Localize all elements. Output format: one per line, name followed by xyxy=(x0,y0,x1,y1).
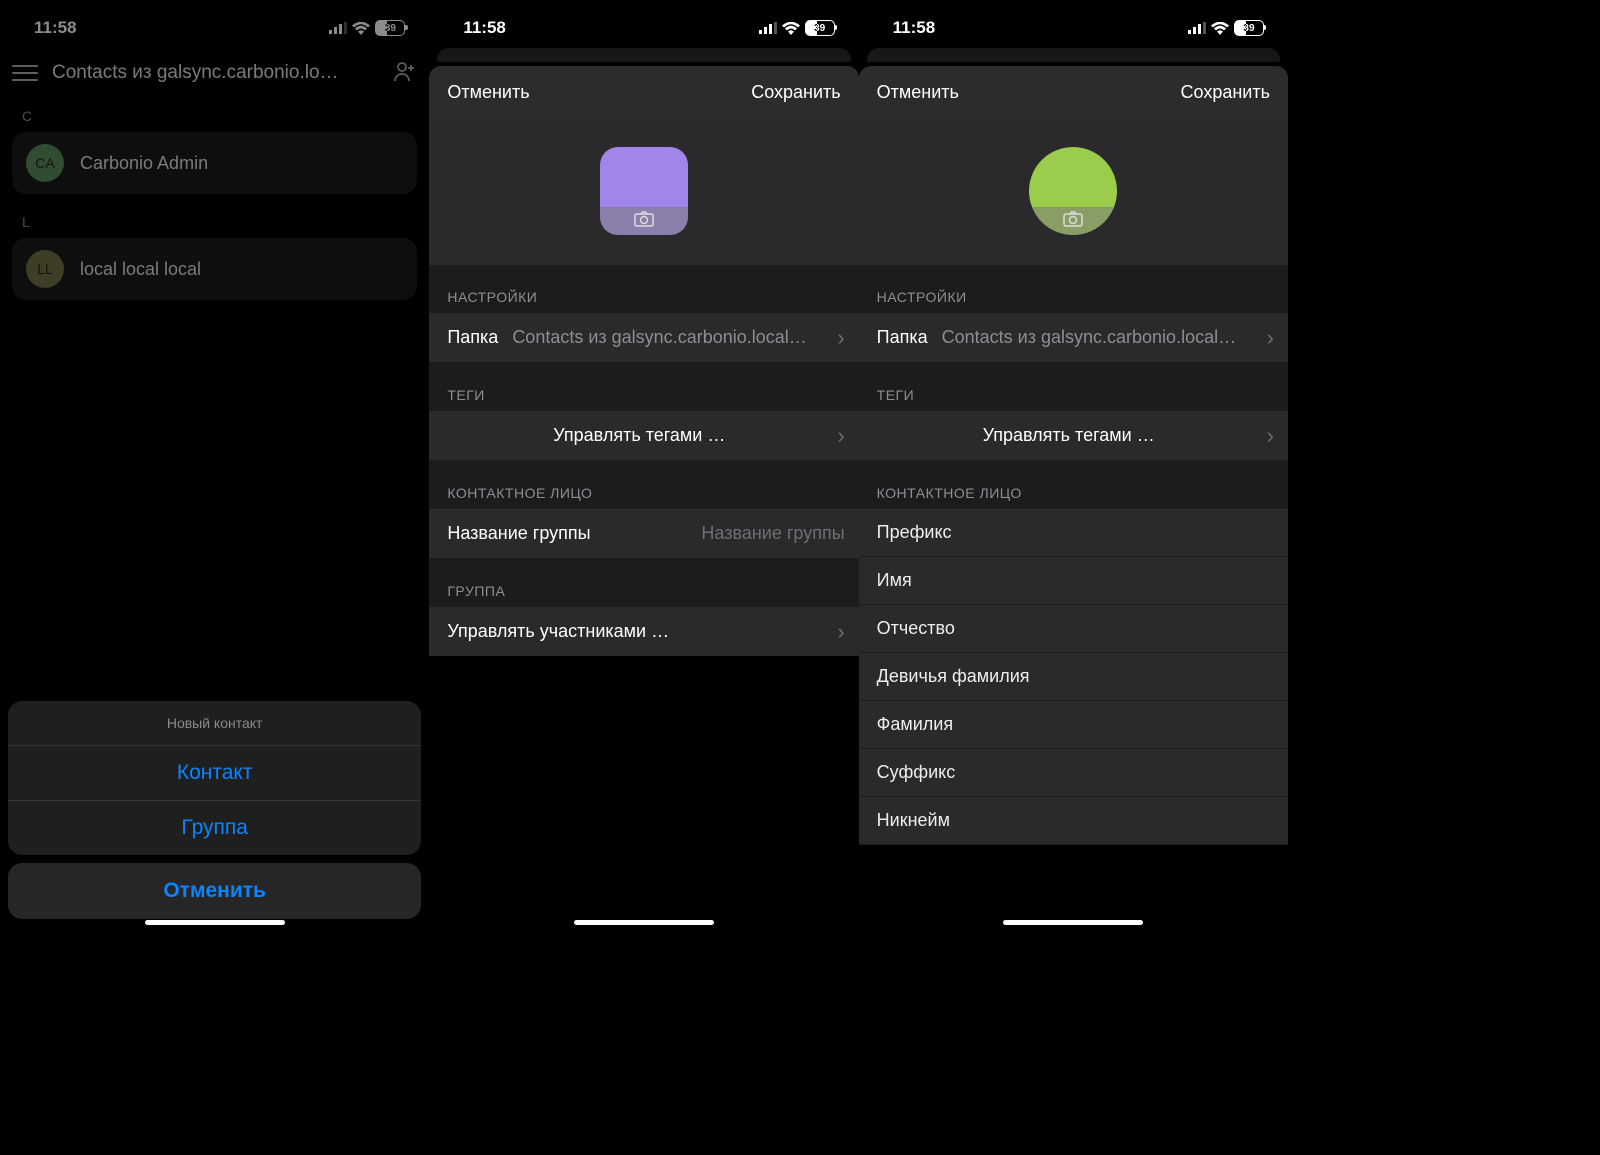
battery-icon: 39 xyxy=(375,20,405,36)
section-letter-l: L xyxy=(0,204,429,238)
modal-header: Отменить Сохранить xyxy=(859,66,1288,117)
manage-members-label: Управлять участниками … xyxy=(447,621,817,642)
add-contact-icon[interactable] xyxy=(393,60,417,87)
signal-icon xyxy=(329,22,347,34)
folder-label: Папка xyxy=(877,327,928,348)
menu-icon[interactable] xyxy=(12,65,38,81)
folder-value: Contacts из galsync.carbonio.local… xyxy=(942,327,1261,348)
modal-header: Отменить Сохранить xyxy=(429,66,858,117)
middlename-field[interactable]: Отчество xyxy=(859,605,1288,653)
group-name-row[interactable]: Название группы Название группы xyxy=(429,509,858,559)
suffix-field[interactable]: Суффикс xyxy=(859,749,1288,797)
folder-row[interactable]: Папка Contacts из galsync.carbonio.local… xyxy=(859,313,1288,363)
status-bar: 11:58 39 xyxy=(429,0,858,48)
home-indicator[interactable] xyxy=(574,920,714,925)
section-settings-label: НАСТРОЙКИ xyxy=(859,265,1288,313)
maidenname-field[interactable]: Девичья фамилия xyxy=(859,653,1288,701)
camera-icon xyxy=(634,211,654,232)
manage-tags-label: Управлять тегами … xyxy=(447,425,831,446)
wifi-icon xyxy=(782,22,800,35)
photo-picker[interactable] xyxy=(859,117,1288,265)
battery-icon: 39 xyxy=(805,20,835,36)
section-tags-label: ТЕГИ xyxy=(429,363,858,411)
cancel-button[interactable]: Отменить xyxy=(447,82,529,103)
manage-tags-row[interactable]: Управлять тегами … › xyxy=(429,411,858,461)
home-indicator[interactable] xyxy=(1003,920,1143,925)
section-tags-label: ТЕГИ xyxy=(859,363,1288,411)
status-time: 11:58 xyxy=(34,18,77,38)
folder-row[interactable]: Папка Contacts из galsync.carbonio.local… xyxy=(429,313,858,363)
battery-icon: 39 xyxy=(1234,20,1264,36)
contact-name: local local local xyxy=(80,259,201,280)
status-bar: 11:58 39 xyxy=(0,0,429,48)
wifi-icon xyxy=(352,22,370,35)
cancel-button[interactable]: Отменить xyxy=(877,82,959,103)
folder-value: Contacts из galsync.carbonio.local… xyxy=(512,327,831,348)
save-button[interactable]: Сохранить xyxy=(751,82,840,103)
avatar: LL xyxy=(26,250,64,288)
section-settings-label: НАСТРОЙКИ xyxy=(429,265,858,313)
wifi-icon xyxy=(1211,22,1229,35)
save-button[interactable]: Сохранить xyxy=(1181,82,1270,103)
nickname-field[interactable]: Никнейм xyxy=(859,797,1288,845)
section-group-label: ГРУППА xyxy=(429,559,858,607)
screen-contacts-list: 11:58 39 Contacts из galsync.carbonio.lo… xyxy=(0,0,429,931)
group-photo-placeholder xyxy=(600,147,688,235)
folder-label: Папка xyxy=(447,327,498,348)
home-indicator[interactable] xyxy=(145,920,285,925)
contact-photo-placeholder xyxy=(1029,147,1117,235)
screen-new-contact: 11:58 39 Отменить Сохранить НАСТРОЙКИ Па… xyxy=(859,0,1288,931)
camera-icon xyxy=(1063,211,1083,232)
section-contact-label: КОНТАКТНОЕ ЛИЦО xyxy=(859,461,1288,509)
sheet-option-contact[interactable]: Контакт xyxy=(8,746,421,801)
photo-picker[interactable] xyxy=(429,117,858,265)
page-title: Contacts из galsync.carbonio.lo… xyxy=(52,62,379,84)
contacts-header: Contacts из galsync.carbonio.lo… xyxy=(0,48,429,98)
sheet-option-group[interactable]: Группа xyxy=(8,801,421,855)
status-bar: 11:58 39 xyxy=(859,0,1288,48)
sheet-cancel-button[interactable]: Отменить xyxy=(8,863,421,919)
section-letter-c: C xyxy=(0,98,429,132)
sheet-title: Новый контакт xyxy=(8,701,421,746)
section-contact-label: КОНТАКТНОЕ ЛИЦО xyxy=(429,461,858,509)
manage-members-row[interactable]: Управлять участниками … › xyxy=(429,607,858,656)
contact-row[interactable]: CA Carbonio Admin xyxy=(12,132,417,194)
manage-tags-row[interactable]: Управлять тегами … › xyxy=(859,411,1288,461)
contact-name: Carbonio Admin xyxy=(80,153,208,174)
group-name-label: Название группы xyxy=(447,523,590,544)
prefix-field[interactable]: Префикс xyxy=(859,509,1288,557)
status-time: 11:58 xyxy=(463,18,506,38)
group-name-input[interactable]: Название группы xyxy=(605,523,845,544)
avatar: CA xyxy=(26,144,64,182)
signal-icon xyxy=(1188,22,1206,34)
firstname-field[interactable]: Имя xyxy=(859,557,1288,605)
manage-tags-label: Управлять тегами … xyxy=(877,425,1261,446)
action-sheet: Новый контакт Контакт Группа Отменить xyxy=(8,701,421,919)
screen-new-group: 11:58 39 Отменить Сохранить НАСТРОЙКИ Па… xyxy=(429,0,858,931)
lastname-field[interactable]: Фамилия xyxy=(859,701,1288,749)
signal-icon xyxy=(759,22,777,34)
contact-row[interactable]: LL local local local xyxy=(12,238,417,300)
status-time: 11:58 xyxy=(893,18,936,38)
